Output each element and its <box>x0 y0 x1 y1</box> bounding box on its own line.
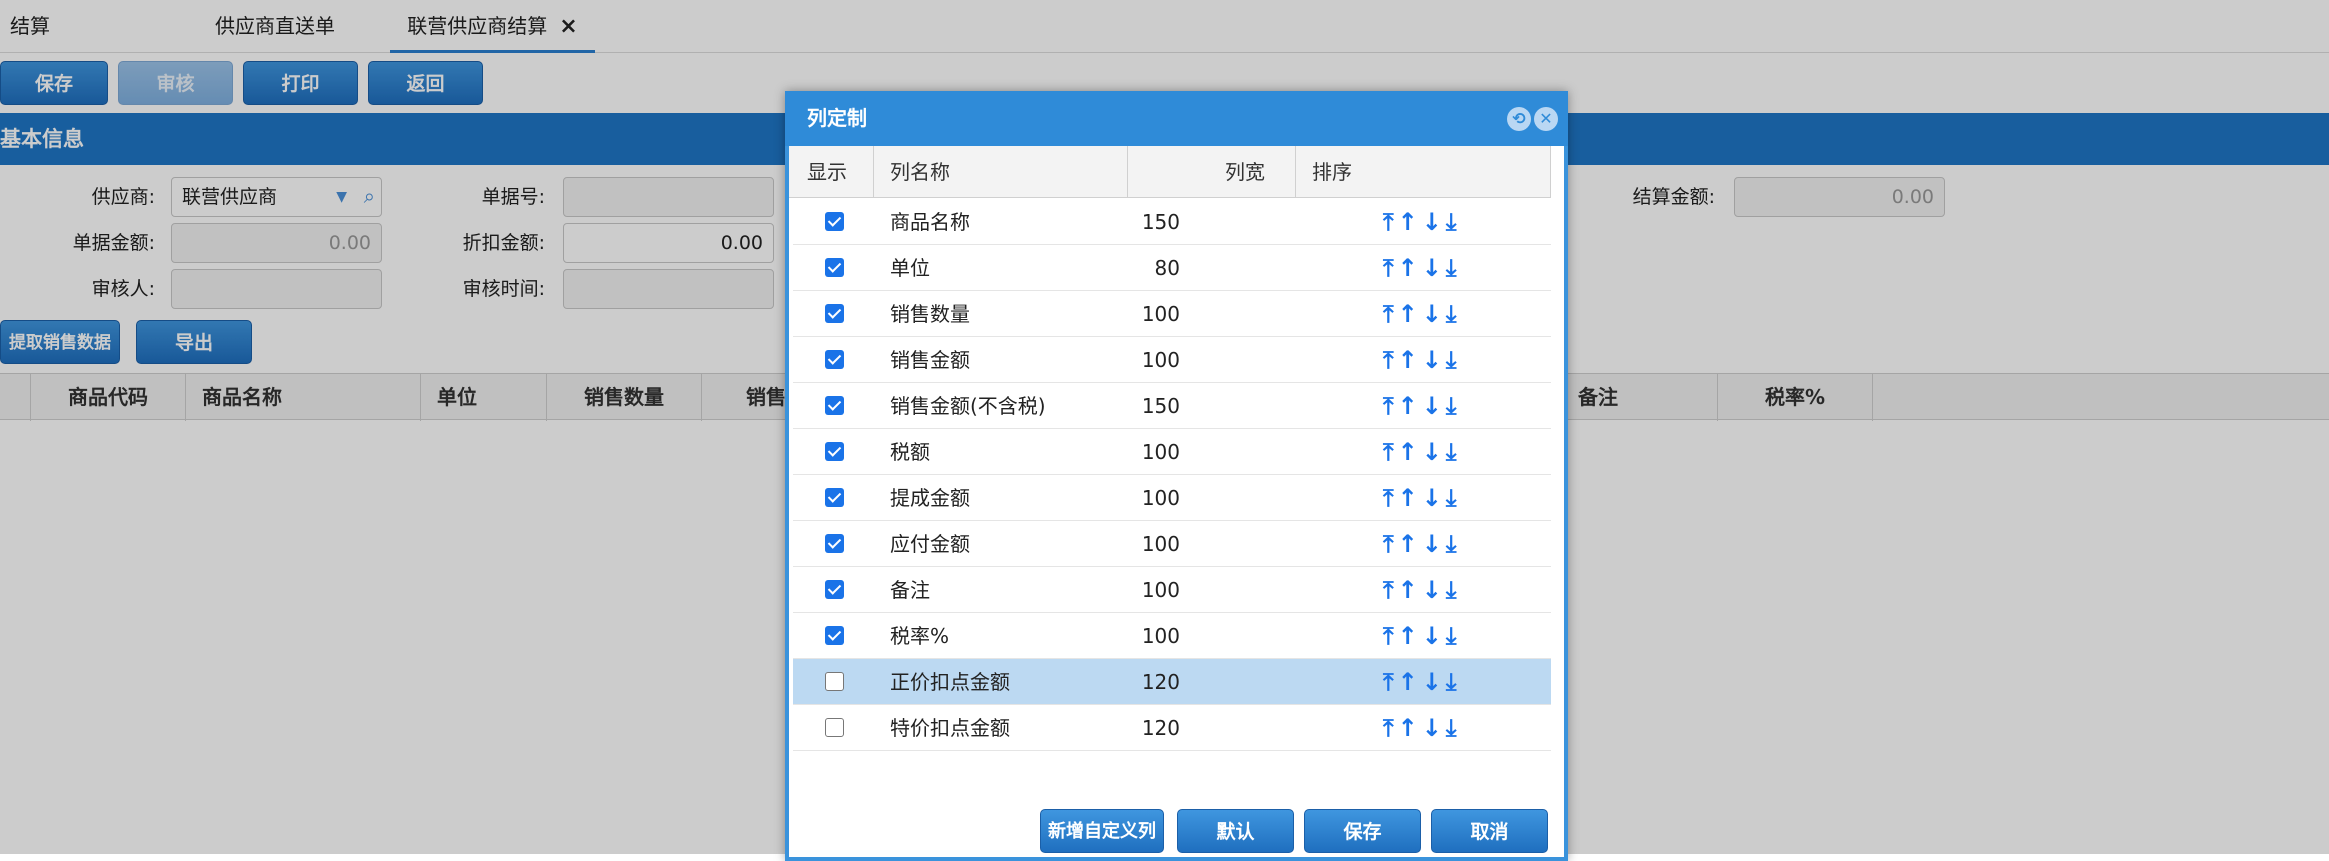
close-icon[interactable]: ✕ <box>1534 107 1558 131</box>
column-width: 100 <box>1141 532 1180 556</box>
column-name: 销售金额(不含税) <box>890 394 1046 418</box>
show-checkbox[interactable] <box>825 718 844 737</box>
column-width: 120 <box>1141 716 1180 740</box>
column-width: 150 <box>1141 210 1180 234</box>
dialog-title: 列定制 <box>785 91 1568 146</box>
sort-arrows-icon[interactable]: ⤒↑↓⤓ <box>1383 521 1460 567</box>
sort-arrows-icon[interactable]: ⤒↑↓⤓ <box>1383 659 1460 705</box>
column-name: 税率% <box>890 624 950 648</box>
column-row[interactable]: 销售金额(不含税) 150 ⤒↑↓⤓ <box>793 383 1551 429</box>
show-checkbox[interactable] <box>825 350 844 369</box>
sort-arrows-icon[interactable]: ⤒↑↓⤓ <box>1383 291 1460 337</box>
column-name: 备注 <box>890 578 930 602</box>
sort-arrows-icon[interactable]: ⤒↑↓⤓ <box>1383 245 1460 291</box>
restore-icon[interactable]: ⟲ <box>1507 107 1531 131</box>
header-show: 显示 <box>789 146 874 198</box>
column-name: 销售数量 <box>890 302 970 326</box>
show-checkbox[interactable] <box>825 442 844 461</box>
sort-arrows-icon[interactable]: ⤒↑↓⤓ <box>1383 567 1460 613</box>
sort-arrows-icon[interactable]: ⤒↑↓⤓ <box>1383 383 1460 429</box>
column-row[interactable]: 应付金额 100 ⤒↑↓⤓ <box>793 521 1551 567</box>
default-button[interactable]: 默认 <box>1177 809 1294 853</box>
header-width: 列宽 <box>1128 146 1296 198</box>
column-name: 正价扣点金额 <box>890 670 1010 694</box>
header-column-name: 列名称 <box>874 146 1128 198</box>
column-width: 120 <box>1141 670 1180 694</box>
show-checkbox[interactable] <box>825 626 844 645</box>
column-name: 特价扣点金额 <box>890 716 1010 740</box>
column-row[interactable]: 单位 80 ⤒↑↓⤓ <box>793 245 1551 291</box>
column-width: 100 <box>1141 348 1180 372</box>
add-custom-column-button[interactable]: 新增自定义列 <box>1040 809 1164 853</box>
sort-arrows-icon[interactable]: ⤒↑↓⤓ <box>1383 705 1460 751</box>
dialog-cancel-button[interactable]: 取消 <box>1431 809 1548 853</box>
column-width: 150 <box>1141 394 1180 418</box>
column-width: 100 <box>1141 486 1180 510</box>
sort-arrows-icon[interactable]: ⤒↑↓⤓ <box>1383 613 1460 659</box>
column-name: 单位 <box>890 256 930 280</box>
show-checkbox[interactable] <box>825 672 844 691</box>
show-checkbox[interactable] <box>825 258 844 277</box>
sort-arrows-icon[interactable]: ⤒↑↓⤓ <box>1383 337 1460 383</box>
column-width: 80 <box>1154 256 1180 280</box>
column-width: 100 <box>1141 578 1180 602</box>
show-checkbox[interactable] <box>825 580 844 599</box>
column-name: 提成金额 <box>890 486 970 510</box>
column-name: 税额 <box>890 440 930 464</box>
sort-arrows-icon[interactable]: ⤒↑↓⤓ <box>1383 475 1460 521</box>
column-row[interactable]: 备注 100 ⤒↑↓⤓ <box>793 567 1551 613</box>
column-row[interactable]: 税额 100 ⤒↑↓⤓ <box>793 429 1551 475</box>
column-row[interactable]: 税率% 100 ⤒↑↓⤓ <box>793 613 1551 659</box>
column-name: 应付金额 <box>890 532 970 556</box>
column-name: 销售金额 <box>890 348 970 372</box>
column-row[interactable]: 销售数量 100 ⤒↑↓⤓ <box>793 291 1551 337</box>
show-checkbox[interactable] <box>825 304 844 323</box>
column-row-selected[interactable]: 正价扣点金额 120 ⤒↑↓⤓ <box>793 659 1551 705</box>
column-row[interactable]: 提成金额 100 ⤒↑↓⤓ <box>793 475 1551 521</box>
show-checkbox[interactable] <box>825 396 844 415</box>
header-sort: 排序 <box>1296 146 1551 198</box>
column-row[interactable]: 销售金额 100 ⤒↑↓⤓ <box>793 337 1551 383</box>
show-checkbox[interactable] <box>825 534 844 553</box>
sort-arrows-icon[interactable]: ⤒↑↓⤓ <box>1383 199 1460 245</box>
sort-arrows-icon[interactable]: ⤒↑↓⤓ <box>1383 429 1460 475</box>
column-row[interactable]: 商品名称 150 ⤒↑↓⤓ <box>793 199 1551 245</box>
column-row[interactable]: 特价扣点金额 120 ⤒↑↓⤓ <box>793 705 1551 751</box>
show-checkbox[interactable] <box>825 212 844 231</box>
dialog-save-button[interactable]: 保存 <box>1304 809 1421 853</box>
column-name: 商品名称 <box>890 210 970 234</box>
column-width: 100 <box>1141 440 1180 464</box>
column-width: 100 <box>1141 624 1180 648</box>
show-checkbox[interactable] <box>825 488 844 507</box>
column-width: 100 <box>1141 302 1180 326</box>
